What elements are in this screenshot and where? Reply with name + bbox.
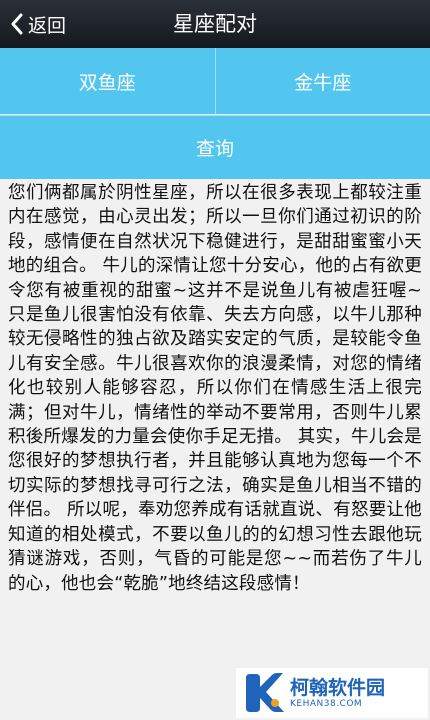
watermark-text: 柯翰软件园 KEHAN38.COM	[290, 677, 385, 710]
watermark-name: 柯翰软件园	[290, 676, 386, 699]
watermark-domain: KEHAN38.COM	[290, 698, 363, 709]
watermark-logo-icon	[246, 673, 284, 712]
page-title: 星座配对	[173, 12, 257, 36]
watermark: 柯翰软件园 KEHAN38.COM	[236, 668, 428, 718]
sign-b-selector[interactable]: 金牛座	[214, 48, 430, 114]
top-bar: 返回 星座配对	[0, 0, 430, 48]
sign-selector-row: 双鱼座 金牛座	[0, 48, 430, 114]
result-text: 您们俩都属於阴性星座，所以在很多表现上都较注重内在感觉，由心灵出发；所以一旦你们…	[8, 183, 422, 594]
query-button[interactable]: 查询	[0, 115, 430, 179]
sign-a-selector[interactable]: 双鱼座	[0, 48, 215, 114]
